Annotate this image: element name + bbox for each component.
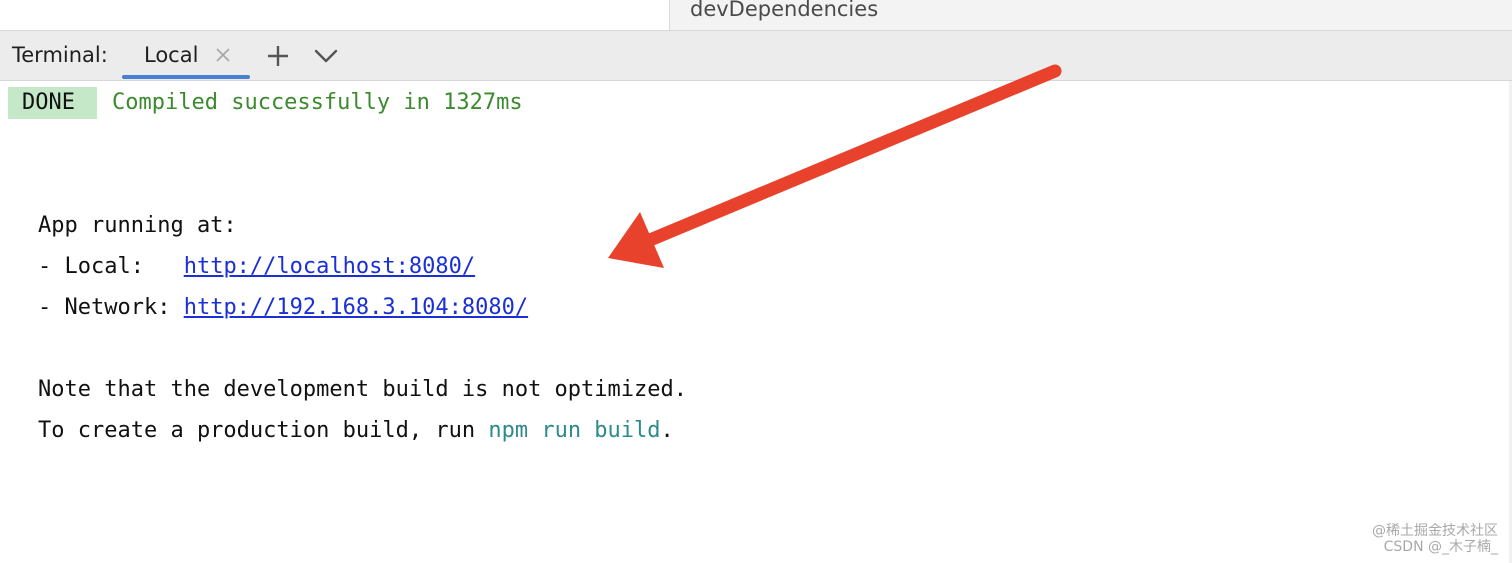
build-hint-prefix: To create a production build, run <box>38 418 489 443</box>
network-url-link[interactable]: http://192.168.3.104:8080/ <box>184 295 528 320</box>
status-badge: DONE <box>8 87 97 119</box>
note-text: Note that the development build is not o… <box>38 377 688 402</box>
watermark-line-2: CSDN @_木子楠_ <box>1383 539 1498 555</box>
local-url-link[interactable]: http://localhost:8080/ <box>184 254 475 279</box>
local-label: - Local: <box>38 254 184 279</box>
build-command: npm run build <box>488 418 661 443</box>
close-icon[interactable] <box>212 44 234 66</box>
watermark-line-1: @稀土掘金技术社区 <box>1372 523 1498 539</box>
watermark: @稀土掘金技术社区 CSDN @_木子楠_ <box>1372 523 1498 555</box>
status-badge-text: DONE <box>22 90 75 115</box>
note-line: Note that the development build is not o… <box>38 375 687 405</box>
tab-local-label: Local <box>144 43 199 67</box>
editor-tab-strip: devDependencies <box>0 0 1512 31</box>
terminal-toolbar: Terminal: Local <box>0 31 1512 81</box>
network-label: - Network: <box>38 295 184 320</box>
build-hint-suffix: . <box>660 418 674 443</box>
local-url-line: - Local: http://localhost:8080/ <box>38 252 475 282</box>
editor-tab-label: devDependencies <box>690 0 879 21</box>
tab-local[interactable]: Local <box>122 31 250 80</box>
terminal-title: Terminal: <box>12 43 108 67</box>
active-tab-indicator <box>122 75 250 79</box>
chevron-down-icon[interactable] <box>313 43 339 69</box>
ide-window: devDependencies Terminal: Local DONE Com… <box>0 0 1512 563</box>
app-running-line: App running at: <box>38 211 237 241</box>
network-url-line: - Network: http://192.168.3.104:8080/ <box>38 293 528 323</box>
compiled-message: Compiled successfully in 1327ms <box>112 90 523 115</box>
plus-icon[interactable] <box>265 43 291 69</box>
build-hint-line: To create a production build, run npm ru… <box>38 416 674 446</box>
editor-tab[interactable]: devDependencies <box>669 0 1512 30</box>
terminal-output[interactable]: DONE Compiled successfully in 1327ms App… <box>0 81 1512 563</box>
app-running-text: App running at: <box>38 213 237 238</box>
